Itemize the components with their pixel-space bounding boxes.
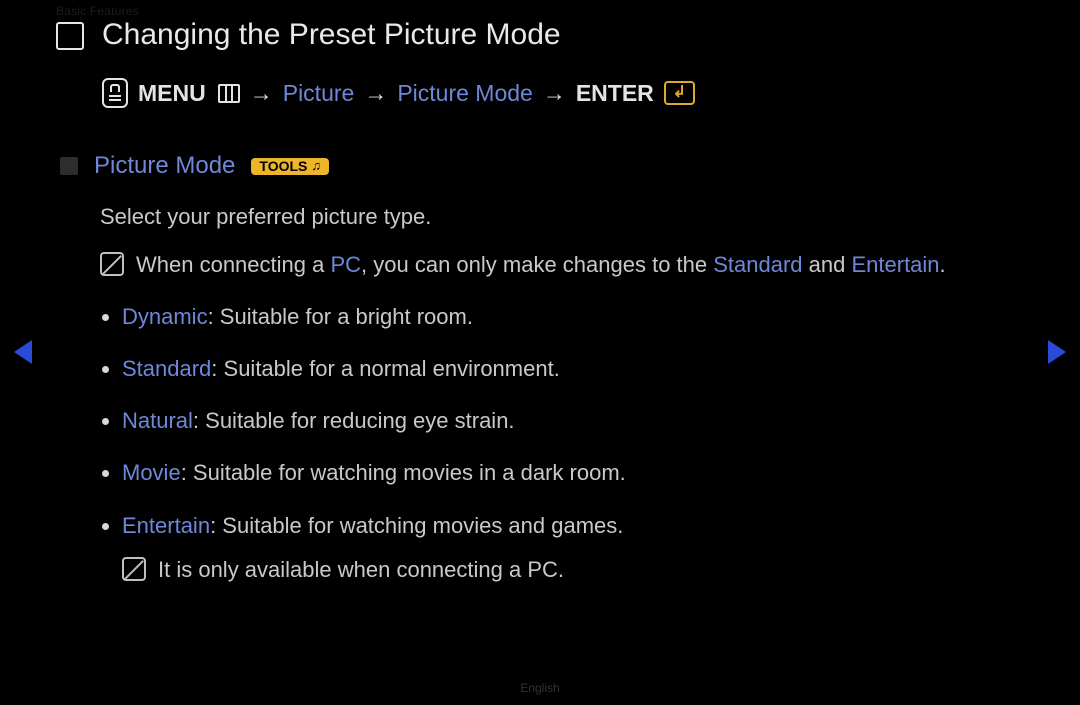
breadcrumb-picture: Picture: [283, 80, 355, 107]
note-highlight-standard: Standard: [713, 252, 802, 277]
page-title-row: Changing the Preset Picture Mode: [56, 18, 1024, 52]
tools-badge-label: TOOLS: [259, 159, 307, 173]
mode-name: Entertain: [122, 513, 210, 538]
mode-desc: : Suitable for watching movies and games…: [210, 513, 623, 538]
section-intro: Select your preferred picture type.: [100, 200, 1024, 234]
osd-remote-icon: [102, 78, 128, 108]
list-item: Movie: Suitable for watching movies in a…: [122, 456, 1024, 490]
note-highlight-pc: PC: [330, 252, 361, 277]
mode-name: Natural: [122, 408, 193, 433]
note-fragment: When connecting a: [136, 252, 330, 277]
breadcrumb-arrow: →: [543, 80, 566, 107]
mode-list: Dynamic: Suitable for a bright room. Sta…: [102, 300, 1024, 587]
section-picture-mode: Picture Mode TOOLS ♫ Select your preferr…: [60, 152, 1024, 587]
section-heading-row: Picture Mode TOOLS ♫: [60, 152, 1024, 180]
breadcrumb-arrow: →: [250, 80, 273, 107]
mode-name: Movie: [122, 460, 181, 485]
sub-note: It is only available when connecting a P…: [122, 553, 1024, 587]
note-pc-restriction: When connecting a PC, you can only make …: [100, 248, 1024, 282]
section-body: Select your preferred picture type. When…: [100, 200, 1024, 587]
list-item: Entertain: Suitable for watching movies …: [122, 509, 1024, 587]
breadcrumb-arrow: →: [364, 80, 387, 107]
prev-page-arrow[interactable]: [14, 340, 32, 364]
mode-name: Dynamic: [122, 304, 208, 329]
mode-desc: : Suitable for a normal environment.: [211, 356, 560, 381]
section-heading: Picture Mode: [94, 152, 235, 180]
square-bullet-icon: [60, 157, 78, 175]
manual-page: Changing the Preset Picture Mode MENU → …: [56, 18, 1024, 675]
enter-icon: ↲: [664, 81, 695, 105]
note-fragment: and: [803, 252, 852, 277]
note-icon: [100, 252, 124, 276]
list-item: Dynamic: Suitable for a bright room.: [122, 300, 1024, 334]
tools-badge: TOOLS ♫: [251, 158, 329, 175]
mode-desc: : Suitable for watching movies in a dark…: [181, 460, 626, 485]
tools-badge-icon: ♫: [311, 159, 321, 172]
note-fragment: , you can only make changes to the: [361, 252, 713, 277]
note-text: When connecting a PC, you can only make …: [136, 248, 1024, 282]
list-item: Standard: Suitable for a normal environm…: [122, 352, 1024, 386]
note-fragment: .: [940, 252, 946, 277]
mode-desc: : Suitable for reducing eye strain.: [193, 408, 515, 433]
book-icon: [56, 22, 84, 50]
page-title: Changing the Preset Picture Mode: [102, 18, 561, 52]
note-icon: [122, 557, 146, 581]
sub-note-text: It is only available when connecting a P…: [158, 553, 564, 587]
footer-language: English: [0, 681, 1080, 695]
breadcrumb-picture-mode: Picture Mode: [397, 80, 533, 107]
next-page-arrow[interactable]: [1048, 340, 1066, 364]
mode-name: Standard: [122, 356, 211, 381]
breadcrumb-enter: ENTER: [576, 80, 654, 107]
breadcrumb-menu: MENU: [138, 80, 206, 107]
menu-breadcrumb: MENU → Picture → Picture Mode → ENTER ↲: [102, 78, 1024, 108]
menu-grid-icon: [218, 84, 240, 103]
list-item: Natural: Suitable for reducing eye strai…: [122, 404, 1024, 438]
ghost-section-label: Basic Features: [56, 4, 139, 18]
note-highlight-entertain: Entertain: [851, 252, 939, 277]
mode-desc: : Suitable for a bright room.: [208, 304, 473, 329]
